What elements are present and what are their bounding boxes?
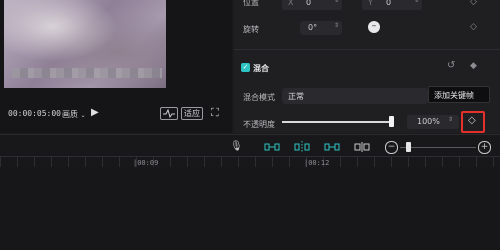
quality-label: 画质: [62, 110, 78, 119]
zoom-slider-track[interactable]: [400, 147, 476, 148]
keyframe-diamond-icon[interactable]: ◇: [470, 0, 477, 7]
video-overlay-band: [12, 68, 162, 78]
pos-x-axis-label: X: [288, 0, 294, 7]
zoom-out-icon[interactable]: −: [385, 141, 398, 154]
position-label: 位置: [243, 0, 259, 7]
reset-icon[interactable]: ↺: [447, 60, 455, 71]
stepper-icon[interactable]: ⇕: [414, 0, 419, 4]
rotation-field[interactable]: 0° ⇕: [300, 21, 342, 35]
stepper-icon[interactable]: ⇕: [448, 116, 453, 123]
blend-section-title: 混合: [253, 64, 269, 73]
link-icon[interactable]: [264, 142, 280, 152]
play-icon[interactable]: ▶: [91, 107, 99, 118]
blend-mode-select[interactable]: 正常: [282, 88, 428, 104]
pos-y-value: 0: [386, 0, 392, 7]
rotation-value: 0°: [308, 23, 318, 32]
pos-y-field[interactable]: Y 0 ⇕: [362, 0, 422, 10]
zoom-in-icon[interactable]: +: [478, 141, 491, 154]
add-keyframe-diamond-icon[interactable]: ◇: [468, 115, 476, 126]
blend-mode-label: 混合模式: [243, 93, 275, 102]
tooltip-text: 添加关键帧: [434, 91, 474, 100]
track-area[interactable]: [0, 169, 500, 250]
ruler-tick-label: |00:12: [304, 159, 330, 167]
rotation-label: 旋转: [243, 25, 259, 34]
section-divider: [234, 49, 500, 50]
microphone-icon[interactable]: 🎙: [230, 141, 243, 152]
waveform-icon[interactable]: [160, 107, 178, 120]
rotate-dial-icon[interactable]: –: [368, 21, 380, 33]
pos-x-field[interactable]: X 0 ⇕: [282, 0, 342, 10]
preview-panel: 00:00:05:00 画质 ⌄ ▶ 适应 ⛶: [0, 0, 232, 133]
tooltip: 添加关键帧: [428, 86, 490, 103]
properties-panel: 位置 X 0 ⇕ Y 0 ⇕ ◇ 旋转 0° ⇕ – ◇ ✓ 混合 ↺ ◆ 混合…: [234, 0, 500, 133]
stepper-icon[interactable]: ⇕: [334, 0, 339, 4]
fullscreen-icon[interactable]: ⛶: [211, 106, 219, 120]
blend-mode-value: 正常: [288, 92, 304, 101]
snap-icon[interactable]: [324, 142, 340, 152]
fit-button[interactable]: 适应: [181, 107, 203, 120]
zoom-slider-handle[interactable]: [405, 142, 411, 152]
opacity-value: 100%: [417, 117, 440, 126]
split-icon[interactable]: [354, 142, 370, 152]
timecode: 00:00:05:00: [8, 109, 61, 118]
magnet-icon[interactable]: [294, 141, 310, 153]
opacity-label: 不透明度: [243, 120, 275, 129]
opacity-slider-track[interactable]: [282, 121, 392, 123]
ruler-tick-label: |00:09: [133, 159, 159, 167]
time-ruler[interactable]: [0, 157, 500, 167]
pos-y-axis-label: Y: [368, 0, 373, 7]
opacity-slider-handle[interactable]: [389, 116, 394, 127]
chevron-down-icon: ⌄: [80, 112, 86, 119]
keyframe-diamond-icon[interactable]: ◆: [470, 61, 477, 71]
stepper-icon[interactable]: ⇕: [334, 22, 339, 29]
timeline-panel: 🎙 − + |00:09 |00:12: [0, 134, 500, 250]
keyframe-diamond-icon[interactable]: ◇: [470, 22, 477, 32]
quality-dropdown[interactable]: 画质 ⌄: [62, 109, 86, 120]
blend-checkbox[interactable]: ✓: [241, 63, 250, 72]
keyframe-highlight-box[interactable]: ◇: [461, 111, 485, 133]
pos-x-value: 0: [306, 0, 312, 7]
